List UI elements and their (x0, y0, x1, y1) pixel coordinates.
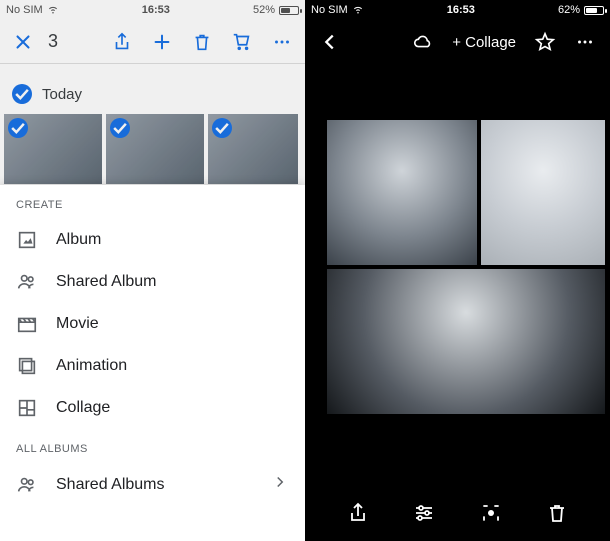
share-icon[interactable] (111, 31, 133, 53)
menu-item-animation[interactable]: Animation (0, 345, 305, 387)
menu-item-label: Album (56, 231, 101, 249)
date-checkbox[interactable] (12, 84, 32, 104)
create-section-label: CREATE (0, 185, 305, 219)
wifi-icon (352, 3, 364, 18)
collage-tile (327, 269, 605, 414)
photo-thumbnail[interactable] (106, 114, 204, 184)
carrier-label: No SIM (311, 4, 348, 16)
battery-pct: 62% (558, 4, 580, 16)
date-row[interactable]: Today (0, 64, 305, 114)
menu-item-label: Movie (56, 315, 99, 333)
more-icon[interactable] (574, 31, 596, 53)
close-icon[interactable] (12, 31, 34, 53)
status-bar: No SIM 16:53 52% (0, 0, 305, 20)
battery-icon (584, 6, 604, 15)
viewer-toolbar: + Collage (305, 20, 610, 64)
menu-item-collage[interactable]: Collage (0, 387, 305, 429)
selection-toolbar: 3 (0, 20, 305, 64)
collage-tile (327, 120, 477, 265)
shared-album-icon (16, 271, 38, 293)
menu-item-label: Shared Album (56, 273, 157, 291)
battery-icon (279, 6, 299, 15)
collage-tile (481, 120, 605, 265)
share-icon[interactable] (346, 501, 370, 525)
menu-item-label: Collage (56, 399, 110, 417)
left-pane: No SIM 16:53 52% 3 (0, 0, 305, 541)
cloud-icon[interactable] (412, 31, 434, 53)
menu-item-label: Shared Albums (56, 476, 165, 494)
shared-albums-icon (16, 474, 38, 496)
clock: 16:53 (59, 4, 253, 16)
chevron-right-icon (271, 473, 289, 496)
animation-icon (16, 355, 38, 377)
wifi-icon (47, 3, 59, 18)
right-pane: No SIM 16:53 62% + Collage (305, 0, 610, 541)
collage-button[interactable]: + Collage (452, 34, 516, 51)
create-bottom-sheet: CREATE Album Shared Album Movie Animatio… (0, 185, 305, 541)
status-bar: No SIM 16:53 62% (305, 0, 610, 20)
thumb-checkbox[interactable] (8, 118, 28, 138)
photo-thumbnail[interactable] (4, 114, 102, 184)
plus-icon[interactable] (151, 31, 173, 53)
all-albums-section-label: ALL ALBUMS (0, 429, 305, 463)
selection-count: 3 (48, 31, 58, 52)
date-label: Today (42, 86, 82, 103)
menu-item-shared-album[interactable]: Shared Album (0, 261, 305, 303)
collage-icon (16, 397, 38, 419)
trash-icon[interactable] (191, 31, 213, 53)
cart-icon[interactable] (231, 31, 253, 53)
collage-image[interactable] (327, 120, 605, 414)
edit-sliders-icon[interactable] (412, 501, 436, 525)
album-icon (16, 229, 38, 251)
trash-icon[interactable] (545, 501, 569, 525)
menu-item-album[interactable]: Album (0, 219, 305, 261)
lens-icon[interactable] (479, 501, 503, 525)
battery-pct: 52% (253, 4, 275, 16)
thumb-checkbox[interactable] (212, 118, 232, 138)
thumbnail-row (0, 114, 305, 184)
menu-item-movie[interactable]: Movie (0, 303, 305, 345)
movie-icon (16, 313, 38, 335)
clock: 16:53 (364, 4, 558, 16)
menu-item-shared-albums[interactable]: Shared Albums (0, 463, 305, 506)
back-icon[interactable] (319, 31, 341, 53)
photo-thumbnail[interactable] (208, 114, 298, 184)
viewer-bottom-bar (305, 485, 610, 541)
more-icon[interactable] (271, 31, 293, 53)
star-icon[interactable] (534, 31, 556, 53)
thumb-checkbox[interactable] (110, 118, 130, 138)
menu-item-label: Animation (56, 357, 127, 375)
carrier-label: No SIM (6, 4, 43, 16)
